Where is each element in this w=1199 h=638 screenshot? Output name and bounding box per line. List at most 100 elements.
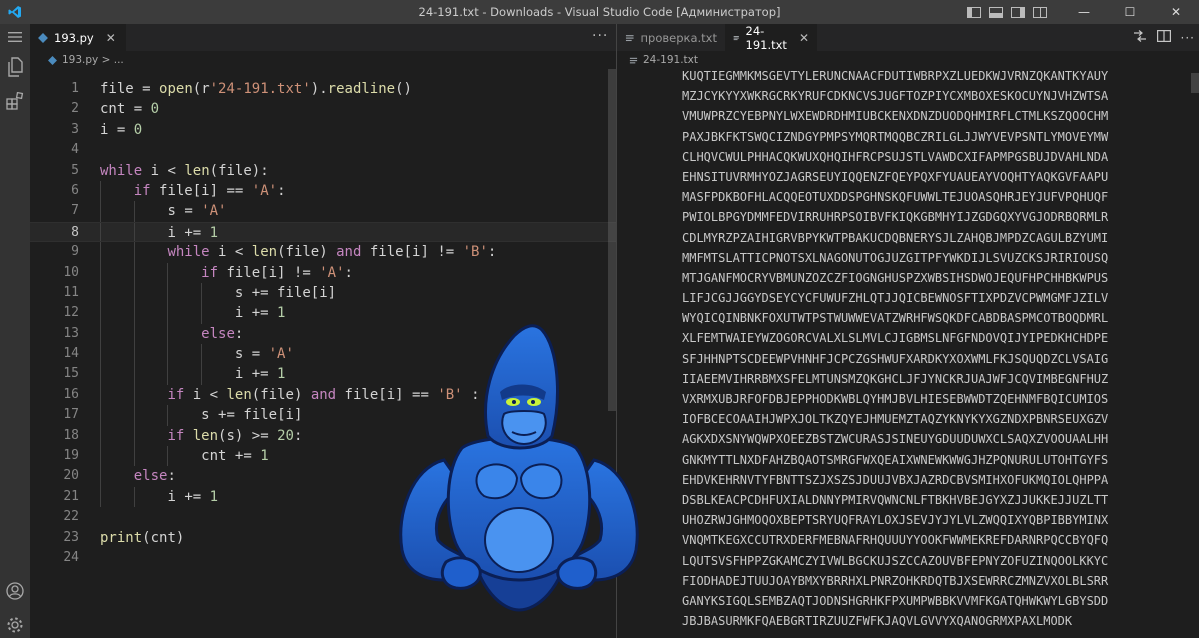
code-line[interactable]: 11 s += file[i]: [30, 282, 616, 304]
code-text: i += 1: [167, 224, 219, 241]
code-line[interactable]: 9 while i < len(file) and file[i] != 'B'…: [30, 242, 616, 263]
line-number: 16: [63, 386, 79, 402]
text-line[interactable]: WYQICQINBNKFOXUTWTPSTWUWWEVATZWRHFWSQKDF…: [617, 308, 1191, 328]
breadcrumb-path[interactable]: 193.py > ...: [62, 51, 124, 69]
more-actions-icon[interactable]: ···: [592, 24, 608, 51]
line-number: 15: [63, 366, 79, 382]
text-line[interactable]: LIFJCGJJGGYDSEYCYCFUWUFZHLQTJJQICBEWNOSF…: [617, 288, 1191, 308]
code-line[interactable]: 10 if file[i] != 'A':: [30, 262, 616, 283]
text-line[interactable]: JBJBASURMKFQAEBGRTIRZUUZFWFKJAQVLGVVYXQA…: [617, 611, 1191, 631]
code-text: while i < len(file) and file[i] != 'B':: [167, 244, 497, 261]
text-line[interactable]: SFJHHNPTSCDEEWPVHNHFJCPCZGSHWUFXARDKYXOX…: [617, 349, 1191, 369]
code-line[interactable]: 2 cnt = 0: [30, 99, 616, 119]
text-line[interactable]: EHNSITUVRMHYOZJAGRSEUYIQQENZFQEYPQXFYUAU…: [617, 167, 1191, 187]
text-line[interactable]: CLHQVCWULPHHACQKWUXQHQIHFRCPSUJSTLVAWDCX…: [617, 147, 1191, 167]
explorer-icon[interactable]: [0, 50, 30, 84]
text-line[interactable]: CDLMYRZPZAIHIGRVBPYKWTPBAKUCDQBNERYSJLZA…: [617, 228, 1191, 248]
text-line[interactable]: VNQMTKEGXCCUTRXDERFMEBNAFRHQUUUYYOOKFWWM…: [617, 530, 1191, 550]
more-actions-icon[interactable]: ···: [1181, 31, 1195, 45]
text-line[interactable]: XLFEMTWAIEYWZOGORCVALXLSLMVLCJIGBMSLNFGF…: [617, 328, 1191, 348]
editor-actions-right: ···: [1133, 24, 1195, 51]
tab-bar-right: проверка.txt 24-191.txt ✕: [617, 24, 1199, 52]
text-line[interactable]: PAXJBKFKTSWQCIZNDGYPMPSYMQRTMQQBCZRILGLJ…: [617, 127, 1191, 147]
text-line[interactable]: GNKMYTTLNXDFAHZBQAOTSMRGFWXQEAIXWNEWKWWG…: [617, 450, 1191, 470]
code-text: else:: [201, 325, 244, 342]
code-text: if len(s) >= 20:: [167, 427, 303, 444]
account-icon[interactable]: [0, 574, 30, 608]
line-number: 13: [63, 325, 79, 341]
text-line[interactable]: MMFMTSLATTICPNOTSXLNAGONUTOGJUZGITPFYWKD…: [617, 248, 1191, 268]
text-line[interactable]: IIAEEMVIHRRBMXSFELMTUNSMZQKGHCLJFJYNCKRJ…: [617, 369, 1191, 389]
minimize-icon[interactable]: —: [1061, 0, 1107, 24]
layout-controls: [967, 0, 1047, 24]
line-number: 10: [63, 264, 79, 280]
close-icon[interactable]: ✕: [1153, 0, 1199, 24]
text-line[interactable]: MTJGANFMOCRYVBMUNZOZCZFIOGNGHUSPZXWBSIHS…: [617, 268, 1191, 288]
line-number: 7: [71, 203, 79, 219]
text-line[interactable]: AGKXDXSNYWQWPXOEEZBSTZWCURASJSINEUYGDUUD…: [617, 429, 1191, 449]
line-number: 3: [71, 121, 79, 137]
line-number: 23: [63, 529, 79, 545]
settings-gear-icon[interactable]: [0, 608, 30, 638]
menu-icon[interactable]: [0, 24, 30, 50]
line-number: 5: [71, 162, 79, 178]
text-line[interactable]: GANYKSIGQLSEMBZAQTJODNSHGRHKFPXUMPWBBKVV…: [617, 591, 1191, 611]
text-line[interactable]: LQUTSVSFHPPZGKAMCZYIVWLBGCKUJSZCCAZOUVBF…: [617, 551, 1191, 571]
maximize-icon[interactable]: ☐: [1107, 0, 1153, 24]
code-line[interactable]: 5 while i < len(file):: [30, 161, 616, 181]
breadcrumb: 193.py > ...: [30, 51, 124, 69]
text-line[interactable]: MASFPDKBOFHLACQQEOTUXDDSPGHNSKQFUWWLTEJU…: [617, 187, 1191, 207]
text-line[interactable]: UHOZRWJGHMOQOXBEPTSRYUQFRAYLOXJSEVJYJYLV…: [617, 510, 1191, 530]
text-line[interactable]: DSBLKEACPCDHFUXIALDNNYPMIRVQWNCNLFTBKHVB…: [617, 490, 1191, 510]
split-editor-icon[interactable]: [1156, 30, 1171, 45]
text-file-content[interactable]: KUQTIEGMMKMSGEVTYLERUNCNAACFDUTIWBRPXZLU…: [617, 66, 1191, 631]
code-text: file = open(r'24-191.txt').readline(): [100, 81, 412, 97]
text-line[interactable]: VMUWPRZCYEBPNYLWXEWDRDHMIUBCKENXDNZDUODQ…: [617, 106, 1191, 126]
text-line[interactable]: FIODHADEJTUUJOAYBMXYBRRHXLPNRZOHKRDQTBJX…: [617, 571, 1191, 591]
code-text: cnt += 1: [201, 448, 269, 465]
editor-scrollbar-right[interactable]: [1191, 69, 1199, 638]
line-number: 4: [71, 142, 79, 158]
gorilla-mascot-image: [399, 324, 639, 612]
code-text: i = 0: [100, 121, 143, 138]
close-tab-icon[interactable]: ✕: [106, 31, 116, 45]
code-text: i += 1: [167, 488, 219, 505]
text-line[interactable]: VXRMXUBJRFOFDBJEPPHODKWBLQYHMJBVLHIESEBW…: [617, 389, 1191, 409]
text-line[interactable]: IOFBCECOAAIHJWPXJOLTKZQYEJHMUEMZTAQZYKNY…: [617, 409, 1191, 429]
code-text: s = 'A': [167, 203, 227, 220]
code-text: i += 1: [234, 366, 286, 383]
code-text: while i < len(file):: [100, 162, 269, 179]
tab-proverka-txt[interactable]: проверка.txt: [617, 24, 725, 51]
code-text: s += file[i]: [234, 284, 337, 301]
code-line[interactable]: 4: [30, 140, 616, 160]
text-line[interactable]: MZJCYKYYXWKRGCRKYRUFCDKNCVSJUGFTOZPIYCXM…: [617, 86, 1191, 106]
toggle-secondary-sidebar-icon[interactable]: [1011, 6, 1025, 18]
line-number: 2: [71, 101, 79, 117]
tab-24-191-txt[interactable]: 24-191.txt ✕: [725, 24, 817, 52]
code-line[interactable]: 3 i = 0: [30, 120, 616, 140]
text-line[interactable]: PWIOLBPGYDMMFEDVIRRUHRPSOIBVFKIQKGBMHYIJ…: [617, 207, 1191, 227]
tab-193-py[interactable]: 193.py ✕: [30, 24, 126, 51]
tab-label: 193.py: [54, 30, 94, 45]
tab-label: 24-191.txt: [745, 24, 787, 52]
code-text: else:: [133, 468, 176, 485]
python-file-icon: [48, 55, 57, 65]
vscode-logo-icon: [0, 0, 30, 24]
text-line[interactable]: EHDVKEHRNVTYFBNTTSZJXSZSJDUUJVBXJAZRDCBV…: [617, 470, 1191, 490]
toggle-panel-icon[interactable]: [989, 6, 1003, 18]
code-line[interactable]: 1 file = open(r'24-191.txt').readline(): [30, 79, 616, 99]
extensions-icon[interactable]: [0, 84, 30, 118]
text-line[interactable]: KUQTIEGMMKMSGEVTYLERUNCNAACFDUTIWBRPXZLU…: [617, 66, 1191, 86]
text-file-icon: [625, 34, 634, 41]
code-text: i += 1: [234, 305, 286, 322]
code-line[interactable]: 6 if file[i] == 'A':: [30, 180, 616, 202]
line-number: 12: [63, 305, 79, 321]
toggle-primary-sidebar-icon[interactable]: [967, 6, 981, 18]
code-line[interactable]: 8 i += 1: [30, 221, 616, 243]
customize-layout-icon[interactable]: [1033, 6, 1047, 18]
close-tab-icon[interactable]: ✕: [799, 31, 809, 45]
compare-changes-icon[interactable]: [1133, 30, 1147, 45]
code-line[interactable]: 7 s = 'A': [30, 201, 616, 222]
code-text: if file[i] != 'A':: [201, 264, 353, 281]
scrollbar-thumb[interactable]: [1191, 73, 1199, 93]
